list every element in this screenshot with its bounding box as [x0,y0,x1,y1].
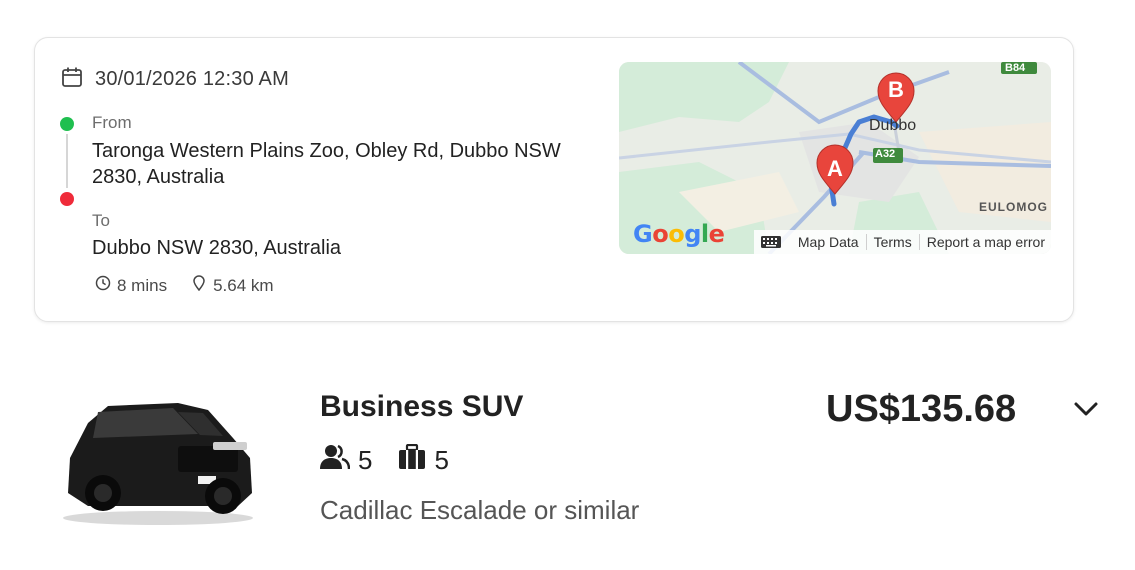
pickup-dot [60,117,74,131]
map-place-dubbo: Dubbo [869,117,917,134]
marker-a-label: A [827,156,843,181]
map-attribution-bar: Map Data Terms Report a map error [753,230,1051,254]
marker-b-label: B [888,77,904,102]
passengers-icon [320,444,351,477]
from-address: Taronga Western Plains Zoo, Obley Rd, Du… [92,140,561,188]
to-label: To [92,211,110,230]
luggage-icon [398,443,426,477]
passenger-capacity: 5 [320,444,372,477]
duration-item: 8 mins [95,275,167,296]
clock-icon [95,275,111,296]
trip-datetime: 30/01/2026 12:30 AM [61,66,289,93]
vehicle-class-name: Business SUV [320,390,524,423]
attribution-divider [865,234,867,250]
distance-text: 5.64 km [213,275,274,295]
passenger-count: 5 [358,445,373,475]
from-label: From [92,113,132,132]
terms-link[interactable]: Terms [874,234,912,250]
vehicle-model: Cadillac Escalade or similar [320,495,640,525]
report-map-error-link[interactable]: Report a map error [927,234,1045,250]
luggage-capacity: 5 [398,443,449,477]
to-address: Dubbo NSW 2830, Australia [92,237,342,259]
dropoff-dot [60,192,74,206]
vehicle-image [58,398,258,528]
map-road-a32: A32 [875,148,896,160]
location-pin-icon [191,275,207,296]
duration-text: 8 mins [117,275,168,295]
datetime-text: 30/01/2026 12:30 AM [95,68,289,90]
chevron-down-icon[interactable] [1072,398,1100,425]
trip-meta: 8 mins 5.64 km [95,275,298,296]
map-data-link[interactable]: Map Data [798,234,859,250]
trip-summary-card: 30/01/2026 12:30 AM From Taronga Western… [34,37,1074,322]
google-logo: Google [633,220,725,248]
map-road-b84: B84 [1005,62,1026,74]
distance-item: 5.64 km [191,275,274,296]
route-map[interactable]: A B Dubbo A32 B84 EULOMOG Google Map Dat… [619,62,1051,254]
vehicle-price: US$135.68 [826,388,1017,430]
route-connector-line [66,134,68,188]
map-place-eulomog: EULOMOG [979,200,1048,214]
vehicle-capacity: 5 5 [320,443,475,477]
calendar-icon [61,66,83,93]
luggage-count: 5 [434,445,449,475]
attribution-divider [918,234,920,250]
keyboard-icon[interactable] [760,235,782,249]
